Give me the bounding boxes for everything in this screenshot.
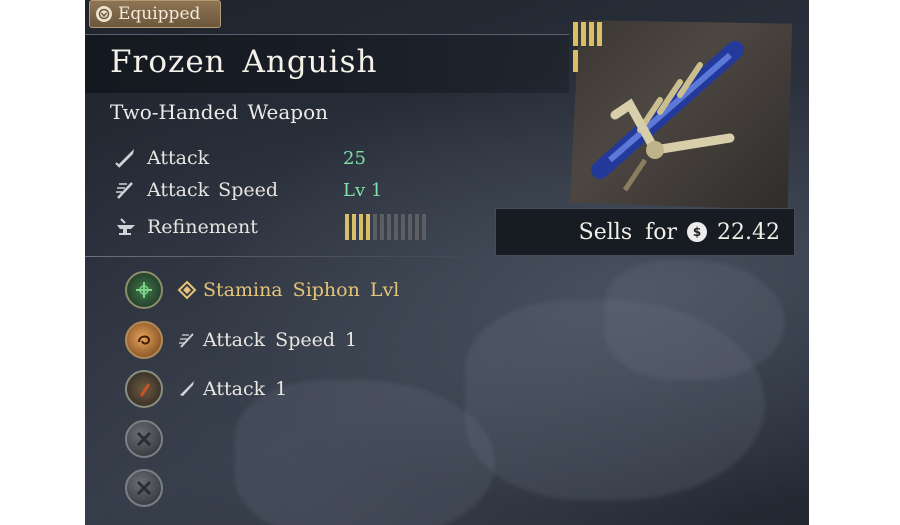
stat-row-refinement: Refinement	[113, 214, 347, 240]
refinement-segment	[366, 214, 370, 240]
green-rune-gem	[125, 271, 163, 309]
perk-label: Attack Speed 1	[203, 329, 358, 351]
stat-label: Refinement	[147, 216, 258, 238]
stat-value: 25	[343, 147, 366, 169]
item-type: Two-Handed Weapon	[110, 100, 328, 124]
sword-icon	[180, 381, 194, 396]
refinement-segment	[352, 214, 356, 240]
sell-label: Sells for	[578, 219, 678, 245]
refinement-meter	[345, 214, 426, 240]
perk-slot-5[interactable]	[125, 468, 177, 508]
diamond-rune-icon	[177, 280, 197, 300]
refinement-segment	[373, 214, 377, 240]
empty-slot	[125, 420, 163, 458]
refinement-segment	[415, 214, 419, 240]
equipped-label: Equipped	[118, 4, 201, 24]
refinement-segment	[387, 214, 391, 240]
divider	[85, 256, 495, 257]
refinement-segment	[401, 214, 405, 240]
sword-icon	[115, 149, 134, 168]
weapon-image	[570, 20, 792, 210]
coin-icon: $	[687, 222, 708, 242]
stat-row-attack: Attack 25	[113, 145, 366, 171]
stat-label: Attack	[147, 147, 210, 169]
red-crystal-gem	[125, 370, 163, 408]
perk-slot-3[interactable]: Attack 1	[125, 369, 287, 409]
perk-slot-1[interactable]: Stamina Siphon Lvl	[125, 270, 399, 310]
empty-slot	[125, 469, 163, 507]
amber-orb-gem	[125, 321, 163, 359]
sell-value: 22.42	[717, 219, 780, 245]
durability-meter-secondary	[573, 50, 578, 72]
sell-price-box: Sells for $ 22.42	[495, 208, 795, 256]
stat-label: Attack Speed	[147, 179, 279, 201]
stat-value: Lv 1	[343, 179, 383, 201]
refinement-segment	[408, 214, 412, 240]
refinement-segment	[394, 214, 398, 240]
emblem-icon	[96, 6, 112, 22]
attack-speed-icon	[116, 182, 133, 199]
stat-row-attack-speed: Attack Speed Lv 1	[113, 177, 382, 203]
perk-slot-4[interactable]	[125, 419, 177, 459]
refinement-segment	[345, 214, 349, 240]
refinement-segment	[422, 214, 426, 240]
equipped-badge: Equipped	[89, 0, 221, 28]
background-rock	[605, 260, 785, 380]
item-tooltip-panel: Equipped Frozen Anguish Two-Handed Weapo…	[85, 0, 809, 525]
durability-meter	[573, 22, 602, 46]
refinement-segment	[380, 214, 384, 240]
perk-label: Attack 1	[203, 378, 288, 400]
item-name: Frozen Anguish	[110, 44, 378, 80]
anvil-icon	[117, 218, 135, 235]
perk-label: Stamina Siphon Lvl	[203, 279, 400, 301]
refinement-segment	[359, 214, 363, 240]
attack-speed-icon	[179, 333, 194, 348]
perk-slot-2[interactable]: Attack Speed 1	[125, 320, 357, 360]
